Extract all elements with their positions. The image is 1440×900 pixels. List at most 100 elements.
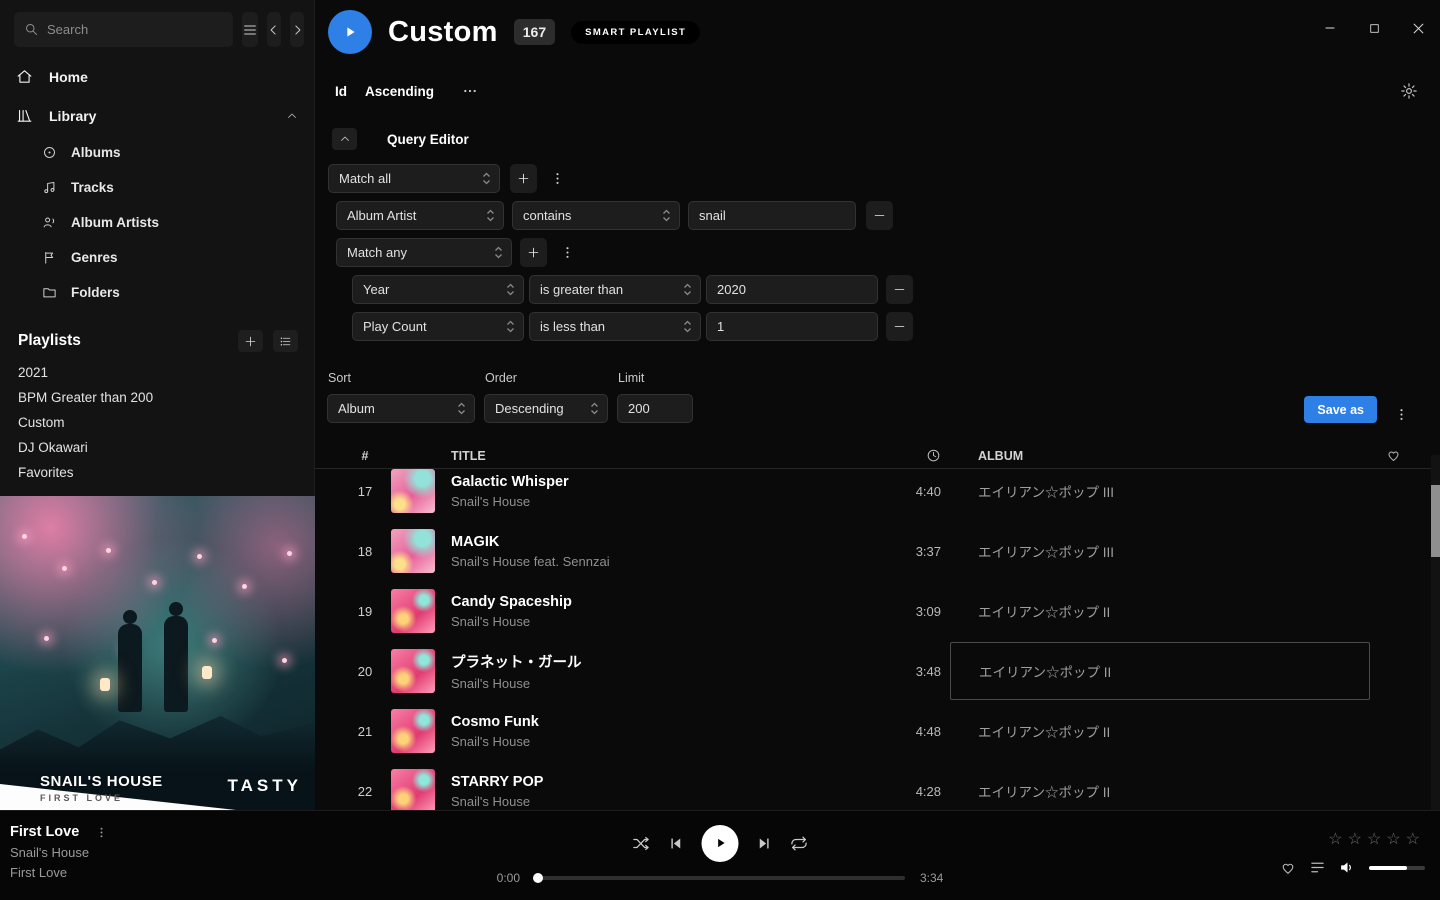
table-row[interactable]: 18 MAGIK Snail's House feat. Sennzai 3:3… — [315, 521, 1440, 581]
query-sort-select[interactable]: Album — [327, 394, 475, 423]
column-header-duration[interactable] — [877, 448, 941, 463]
add-rule-button[interactable] — [510, 164, 537, 193]
minimize-button[interactable] — [1308, 0, 1352, 56]
playlist-item[interactable]: BPM Greater than 200 — [0, 385, 314, 410]
rule-value-input[interactable] — [699, 208, 847, 223]
group-rule-operator-select[interactable]: is greater than — [529, 275, 701, 304]
now-playing-title[interactable]: First Love — [10, 824, 79, 840]
repeat-button[interactable] — [790, 834, 809, 853]
sort-direction-button[interactable]: Ascending — [365, 84, 434, 99]
rating-stars[interactable]: ☆☆☆☆☆ — [1328, 829, 1425, 849]
table-row[interactable]: 17 Galactic Whisper Snail's House 4:40 エ… — [315, 469, 1440, 521]
sidebar-item-home[interactable]: Home — [0, 57, 314, 96]
rule-operator-select[interactable]: contains — [512, 201, 680, 230]
column-header-album[interactable]: ALBUM — [950, 449, 1370, 463]
add-playlist-button[interactable] — [238, 330, 263, 352]
playlist-list-button[interactable] — [273, 330, 298, 352]
query-limit-field[interactable] — [617, 394, 693, 423]
group-rule-value-field[interactable] — [706, 275, 878, 304]
track-title[interactable]: プラネット・ガール — [451, 651, 877, 672]
search-box[interactable] — [14, 12, 233, 47]
now-playing-album[interactable]: First Love — [10, 865, 111, 880]
maximize-button[interactable] — [1352, 0, 1396, 56]
seek-knob[interactable] — [533, 873, 543, 883]
query-limit-input[interactable] — [628, 401, 684, 416]
track-artist[interactable]: Snail's House — [451, 794, 877, 809]
volume-slider[interactable] — [1369, 866, 1425, 870]
previous-track-button[interactable] — [668, 835, 685, 852]
track-album-focused[interactable]: エイリアン☆ポップ II — [950, 642, 1370, 700]
track-artist[interactable]: Snail's House — [451, 734, 877, 749]
menu-button[interactable] — [242, 12, 258, 47]
playlist-item[interactable]: Favorites — [0, 460, 314, 485]
next-track-button[interactable] — [756, 835, 773, 852]
group-rule-field-select[interactable]: Year — [352, 275, 524, 304]
group-match-select[interactable]: Match any — [336, 238, 512, 267]
sidebar-item-albums[interactable]: Albums — [0, 135, 314, 170]
rule-value-field[interactable] — [688, 201, 856, 230]
play-pause-button[interactable] — [702, 825, 739, 862]
track-album[interactable]: エイリアン☆ポップ II — [950, 582, 1370, 640]
table-row[interactable]: 19 Candy Spaceship Snail's House 3:09 エイ… — [315, 581, 1440, 641]
track-album[interactable]: エイリアン☆ポップ III — [950, 522, 1370, 580]
queue-icon[interactable] — [1309, 859, 1326, 876]
track-title[interactable]: Galactic Whisper — [451, 474, 877, 490]
playlist-item[interactable]: DJ Okawari — [0, 435, 314, 460]
track-title[interactable]: STARRY POP — [451, 774, 877, 790]
star-icon[interactable]: ☆ — [1367, 831, 1386, 848]
nav-back-button[interactable] — [267, 12, 281, 47]
rule-field-select[interactable]: Album Artist — [336, 201, 504, 230]
now-playing-artist[interactable]: Snail's House — [10, 845, 111, 860]
track-album[interactable]: エイリアン☆ポップ III — [950, 469, 1370, 520]
remove-rule-button[interactable] — [866, 201, 893, 230]
now-playing-menu-icon[interactable] — [91, 825, 111, 840]
track-artist[interactable]: Snail's House — [451, 494, 877, 509]
play-playlist-button[interactable] — [328, 10, 372, 54]
shuffle-button[interactable] — [632, 834, 651, 853]
query-order-select[interactable]: Descending — [484, 394, 608, 423]
table-scrollbar[interactable] — [1431, 455, 1440, 810]
track-title[interactable]: Candy Spaceship — [451, 594, 877, 610]
track-title[interactable]: Cosmo Funk — [451, 714, 877, 730]
nav-forward-button[interactable] — [290, 12, 304, 47]
track-title[interactable]: MAGIK — [451, 534, 877, 550]
group-rule-operator-select[interactable]: is less than — [529, 312, 701, 341]
track-album[interactable]: エイリアン☆ポップ II — [950, 702, 1370, 760]
remove-group-rule-button[interactable] — [886, 275, 913, 304]
group-menu-icon[interactable] — [557, 244, 577, 261]
sidebar-item-library[interactable]: Library — [0, 96, 314, 135]
playlist-item[interactable]: 2021 — [0, 360, 314, 385]
sidebar-item-tracks[interactable]: Tracks — [0, 170, 314, 205]
rule-group-menu-icon[interactable] — [547, 170, 567, 187]
track-artist[interactable]: Snail's House — [451, 614, 877, 629]
scrollbar-thumb[interactable] — [1431, 485, 1440, 557]
close-button[interactable] — [1396, 0, 1440, 56]
sidebar-item-folders[interactable]: Folders — [0, 275, 314, 310]
table-row[interactable]: 20 プラネット・ガール Snail's House 3:48 エイリアン☆ポッ… — [315, 641, 1440, 701]
now-playing-artwork[interactable]: SNAIL'S HOUSE FIRST LOVE TASTY — [0, 496, 315, 810]
group-rule-value-input[interactable] — [717, 319, 869, 334]
add-group-rule-button[interactable] — [520, 238, 547, 267]
column-header-favorite[interactable] — [1370, 448, 1416, 463]
star-icon[interactable]: ☆ — [1328, 831, 1347, 848]
remove-group-rule-button[interactable] — [886, 312, 913, 341]
star-icon[interactable]: ☆ — [1386, 831, 1405, 848]
playlist-item[interactable]: Custom — [0, 410, 314, 435]
sidebar-item-album-artists[interactable]: Album Artists — [0, 205, 314, 240]
column-header-title[interactable]: TITLE — [451, 449, 877, 463]
sort-field-button[interactable]: Id — [335, 84, 347, 99]
volume-icon[interactable] — [1339, 859, 1356, 876]
sidebar-item-genres[interactable]: Genres — [0, 240, 314, 275]
track-artist[interactable]: Snail's House feat. Sennzai — [451, 554, 877, 569]
search-input[interactable] — [47, 22, 223, 37]
star-icon[interactable]: ☆ — [1348, 831, 1367, 848]
collapse-query-editor-button[interactable] — [332, 128, 357, 150]
save-as-button[interactable]: Save as — [1304, 396, 1377, 423]
seek-bar[interactable] — [535, 876, 905, 880]
root-match-select[interactable]: Match all — [328, 164, 500, 193]
track-artist[interactable]: Snail's House — [451, 676, 877, 691]
table-row[interactable]: 21 Cosmo Funk Snail's House 4:48 エイリアン☆ポ… — [315, 701, 1440, 761]
more-options-icon[interactable] — [462, 83, 478, 99]
settings-gear-icon[interactable] — [1400, 82, 1418, 100]
group-rule-field-select[interactable]: Play Count — [352, 312, 524, 341]
